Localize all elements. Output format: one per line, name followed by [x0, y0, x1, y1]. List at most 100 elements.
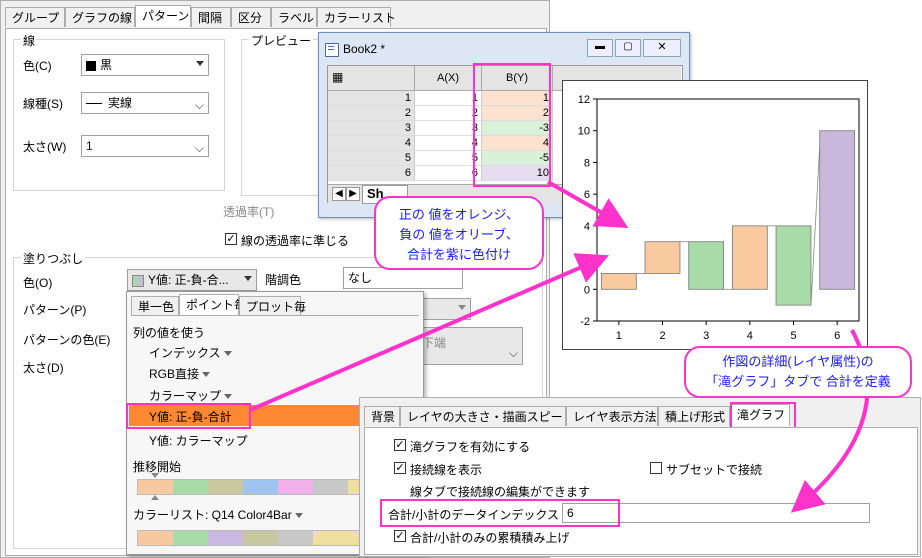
cell-a[interactable]: 5 — [415, 151, 482, 166]
cell-a[interactable]: 3 — [415, 121, 482, 136]
tab-division[interactable]: 区分 — [231, 7, 271, 27]
tab-size-speed[interactable]: レイヤの大きさ・描画スピード — [400, 406, 575, 426]
pattern-label: パターン(P) — [23, 303, 87, 317]
edge-combo[interactable]: 下端 ⌵ — [417, 327, 523, 365]
submenu-arrow-icon — [294, 513, 303, 519]
waterfall-bar — [688, 241, 725, 290]
row-header[interactable]: 4 — [328, 136, 415, 151]
scroll-left-icon[interactable]: ◀ — [332, 187, 346, 201]
row-header[interactable]: 6 — [328, 166, 415, 181]
close-button[interactable]: ✕ — [643, 39, 681, 57]
y-tick-label: 12 — [578, 94, 590, 106]
gradient-label: 階調色 — [265, 273, 302, 287]
line-style-combo[interactable]: 実線 ⌵ — [81, 92, 209, 114]
line-width-value: 1 — [86, 139, 93, 153]
tab-pattern[interactable]: パターン — [135, 5, 191, 27]
swatch-5[interactable] — [278, 480, 313, 494]
layer-callout-line-2: 「滝グラフ」タブで 合計を定義 — [705, 374, 891, 389]
cl-swatch-1[interactable] — [138, 531, 173, 545]
menu-item-y-colormap[interactable]: Y値: カラーマップ — [149, 432, 248, 449]
swatch-1[interactable] — [138, 480, 173, 494]
tab-by-point[interactable]: ポイント毎 — [179, 294, 246, 316]
row-header[interactable]: 1 — [328, 91, 415, 106]
row-header[interactable]: 2 — [328, 106, 415, 121]
y-tick-label: 4 — [584, 221, 590, 233]
cell-a[interactable]: 6 — [415, 166, 482, 181]
swatch-3[interactable] — [208, 480, 243, 494]
layer-tab-strip: 背景 レイヤの大きさ・描画スピード レイヤ表示方法 積上げ形式 滝グラフ — [364, 404, 914, 428]
transparency-label: 透過率(T) — [223, 205, 275, 219]
total-index-highlight — [380, 499, 620, 527]
tab-single-color[interactable]: 単一色 — [131, 296, 179, 316]
show-connect-checkbox[interactable]: ✓ — [394, 462, 406, 474]
subset-connect-checkbox[interactable] — [650, 462, 662, 474]
popup-tabs: 単一色 ポイント毎 プロット毎 — [131, 294, 421, 316]
fill-color-combo[interactable]: Y値: 正-負-合... — [127, 269, 257, 291]
corner-cell[interactable]: ▦ — [328, 66, 415, 91]
submenu-arrow-icon — [224, 394, 233, 400]
tab-spacing[interactable]: 間隔 — [191, 7, 231, 27]
dropdown-arrow-icon — [244, 276, 252, 281]
cell-a[interactable]: 2 — [415, 106, 482, 121]
tab-display[interactable]: レイヤ表示方法 — [566, 406, 658, 426]
line-width-label: 太さ(W) — [23, 140, 67, 154]
colorlist-swatches[interactable] — [137, 530, 365, 546]
menu-item-rgb-label: RGB直接 — [149, 367, 200, 381]
tab-stacking[interactable]: 積上げ形式 — [658, 406, 730, 426]
line-color-combo[interactable]: 黒 — [81, 54, 209, 76]
tab-group[interactable]: グループ — [5, 7, 65, 27]
maximize-button[interactable]: ▢ — [615, 39, 641, 57]
tab-label[interactable]: ラベル — [271, 7, 317, 27]
tab-background[interactable]: 背景 — [364, 406, 400, 426]
x-tick-label: 5 — [790, 330, 796, 342]
gradient-combo[interactable]: なし — [343, 267, 463, 289]
follow-transparency-checkbox[interactable]: ✓ — [225, 233, 237, 245]
enable-waterfall-checkbox[interactable]: ✓ — [394, 439, 406, 451]
y-tick-label: 8 — [584, 157, 590, 169]
cell-a[interactable]: 4 — [415, 136, 482, 151]
waterfall-bar — [731, 225, 768, 290]
cell-a[interactable]: 1 — [415, 91, 482, 106]
tab-colorlist[interactable]: カラーリスト — [317, 7, 396, 27]
tab-plot-line[interactable]: グラフの線 — [65, 7, 135, 27]
layer-dialog: 背景 レイヤの大きさ・描画スピード レイヤ表示方法 積上げ形式 滝グラフ ✓ 滝… — [359, 397, 921, 557]
scroll-right-icon[interactable]: ▶ — [346, 187, 360, 201]
col-header-a[interactable]: A(X) — [415, 66, 482, 91]
callout-line-2: 負の 値をオリーブ、 — [399, 227, 519, 242]
line-tab-note: 線タブで接続線の編集ができます — [410, 485, 591, 499]
cl-swatch-3[interactable] — [208, 531, 243, 545]
swatch-4[interactable] — [243, 480, 278, 494]
menu-item-rgb[interactable]: RGB直接 — [149, 365, 211, 382]
menu-item-colormap[interactable]: カラーマップ — [149, 387, 233, 404]
cl-swatch-6[interactable] — [313, 531, 364, 545]
fill-group-title: 塗りつぶし — [21, 250, 86, 267]
waterfall-bar — [644, 241, 681, 274]
cumulative-checkbox[interactable]: ✓ — [394, 530, 406, 542]
x-tick-label: 3 — [703, 330, 709, 342]
cl-swatch-5[interactable] — [278, 531, 313, 545]
colorlist-label[interactable]: カラーリスト: Q14 Color4Bar — [133, 506, 303, 523]
multi-color-swatch — [132, 274, 144, 287]
cl-swatch-2[interactable] — [173, 531, 208, 545]
y-tick-label: 10 — [578, 126, 590, 138]
row-header[interactable]: 5 — [328, 151, 415, 166]
x-tick-label: 2 — [659, 330, 665, 342]
y-tick-label: 0 — [584, 284, 590, 296]
fill-color-label: 色(O) — [23, 276, 53, 290]
menu-item-index[interactable]: インデックス — [149, 344, 232, 361]
cl-swatch-4[interactable] — [243, 531, 278, 545]
line-style-value: 実線 — [108, 96, 133, 110]
b-column-highlight — [473, 63, 551, 187]
swatch-2[interactable] — [173, 480, 208, 494]
line-width-combo[interactable]: 1 ⌵ — [81, 135, 209, 157]
use-column-values-label: 列の値を使う — [133, 326, 206, 340]
edge-value: 下端 — [422, 336, 447, 350]
increment-swatches[interactable] — [137, 479, 384, 495]
swatch-6[interactable] — [313, 480, 348, 494]
tab-by-plot[interactable]: プロット毎 — [239, 296, 306, 316]
row-header[interactable]: 3 — [328, 121, 415, 136]
colorlist-label-text: カラーリスト: Q14 Color4Bar — [133, 508, 292, 522]
minimize-button[interactable]: ▬ — [587, 39, 613, 57]
waterfall-bar — [600, 273, 637, 290]
book-title: Book2 * — [343, 42, 386, 56]
